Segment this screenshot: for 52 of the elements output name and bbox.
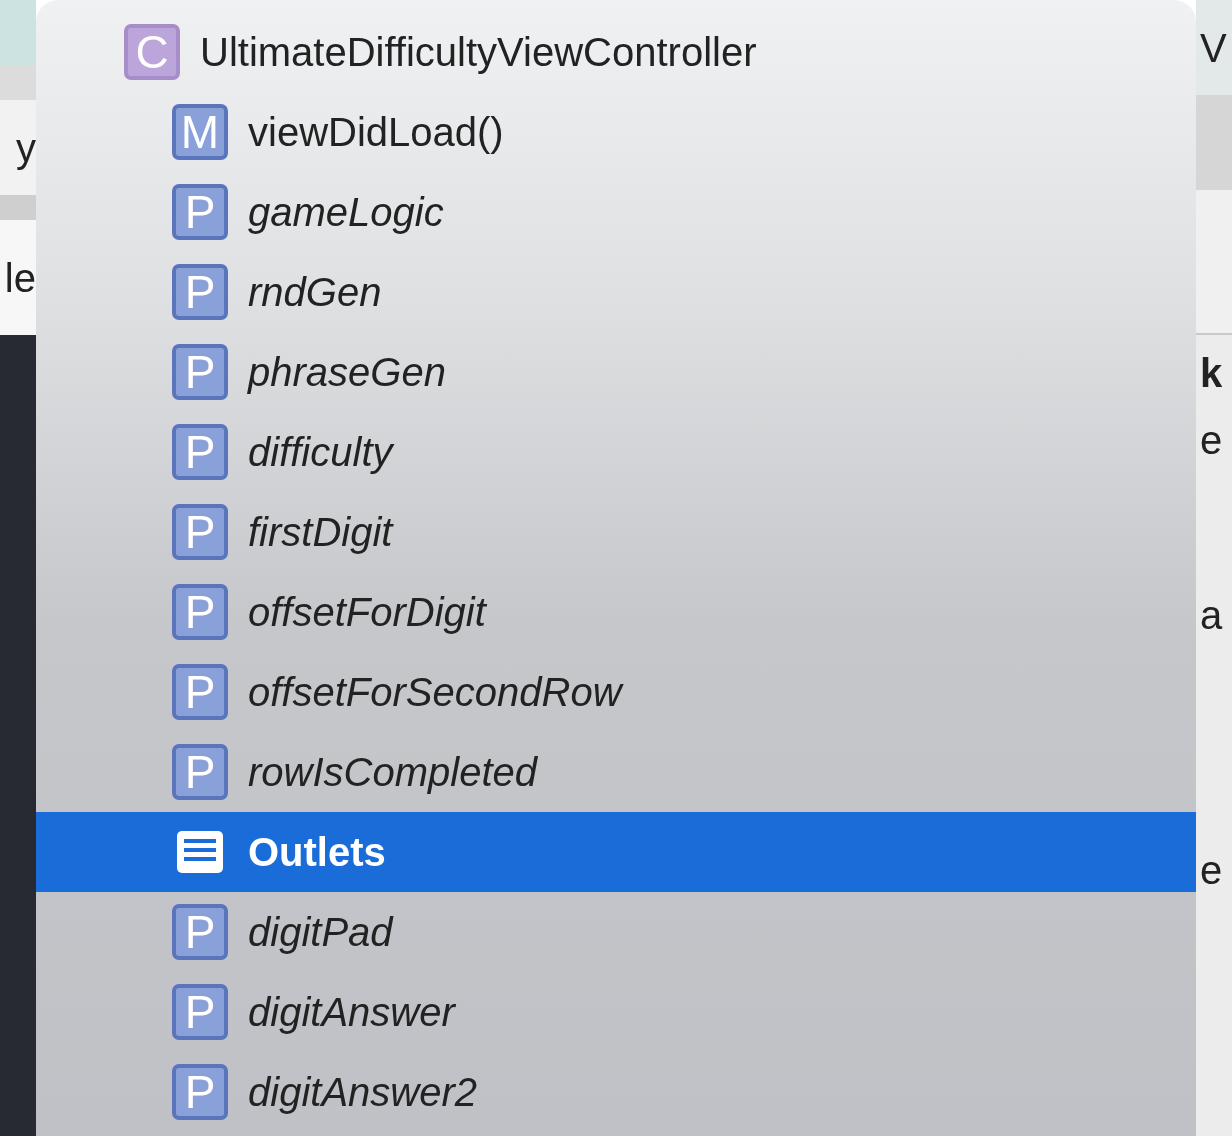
property-icon: P bbox=[172, 744, 228, 800]
menu-item[interactable]: P offsetForSecondRow bbox=[36, 652, 1196, 732]
property-icon: P bbox=[172, 584, 228, 640]
property-icon: P bbox=[172, 904, 228, 960]
property-name: digitAnswer bbox=[248, 989, 455, 1036]
method-icon: M bbox=[172, 104, 228, 160]
background-text: y bbox=[16, 127, 36, 168]
property-name: offsetForDigit bbox=[248, 589, 486, 636]
property-icon: P bbox=[172, 264, 228, 320]
background-text: a bbox=[1200, 595, 1223, 635]
background-text: e bbox=[1200, 850, 1223, 890]
property-name: gameLogic bbox=[248, 189, 444, 236]
menu-item[interactable]: P gameLogic bbox=[36, 172, 1196, 252]
property-name: difficulty bbox=[248, 429, 393, 476]
background-text: k bbox=[1200, 352, 1223, 393]
property-icon: P bbox=[172, 344, 228, 400]
property-icon: P bbox=[172, 664, 228, 720]
property-name: rndGen bbox=[248, 269, 382, 316]
property-icon: P bbox=[172, 984, 228, 1040]
property-name: offsetForSecondRow bbox=[248, 669, 622, 716]
class-name: UltimateDifficultyViewController bbox=[200, 29, 757, 76]
method-name: viewDidLoad() bbox=[248, 109, 504, 156]
background-text: V bbox=[1200, 27, 1227, 68]
property-name: digitPad bbox=[248, 909, 393, 956]
menu-item[interactable]: P phraseGen bbox=[36, 332, 1196, 412]
menu-item[interactable]: P difficulty bbox=[36, 412, 1196, 492]
property-icon: P bbox=[172, 504, 228, 560]
property-icon: P bbox=[172, 1064, 228, 1120]
group-label: Outlets bbox=[248, 829, 386, 876]
background-text: le bbox=[4, 257, 36, 298]
list-icon bbox=[176, 830, 224, 874]
menu-item[interactable]: C UltimateDifficultyViewController bbox=[36, 12, 1196, 92]
menu-item[interactable]: M viewDidLoad() bbox=[36, 92, 1196, 172]
menu-item[interactable]: P firstDigit bbox=[36, 492, 1196, 572]
menu-item[interactable]: P rowIsCompleted bbox=[36, 732, 1196, 812]
property-name: digitAnswer2 bbox=[248, 1069, 477, 1116]
menu-item[interactable]: P digitPad bbox=[36, 892, 1196, 972]
class-icon: C bbox=[124, 24, 180, 80]
property-icon: P bbox=[172, 184, 228, 240]
property-icon: P bbox=[172, 424, 228, 480]
header-bar bbox=[0, 0, 36, 65]
menu-item[interactable]: P offsetForDigit bbox=[36, 572, 1196, 652]
toolbar bbox=[0, 65, 36, 100]
background-text: e bbox=[1200, 420, 1223, 460]
property-name: phraseGen bbox=[248, 349, 446, 396]
property-name: firstDigit bbox=[248, 509, 393, 556]
menu-item[interactable]: P digitAnswer2 bbox=[36, 1052, 1196, 1132]
menu-item[interactable]: P digitAnswer bbox=[36, 972, 1196, 1052]
property-name: rowIsCompleted bbox=[248, 749, 537, 796]
toolbar bbox=[0, 195, 36, 220]
menu-item[interactable]: P rndGen bbox=[36, 252, 1196, 332]
menu-item[interactable]: Outlets bbox=[36, 812, 1196, 892]
